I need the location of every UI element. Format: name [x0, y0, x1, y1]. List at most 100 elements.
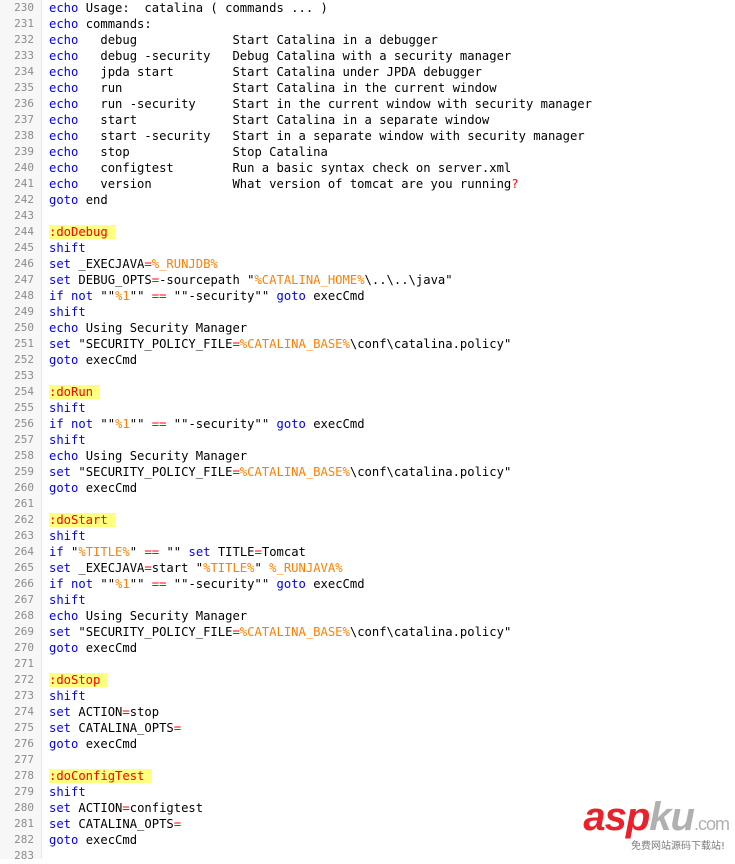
code-line[interactable]: 238 echo start -security Start in a separ… — [0, 128, 735, 144]
code-text[interactable]: :doConfigTest — [49, 768, 152, 784]
code-line[interactable]: 277 — [0, 752, 735, 768]
code-line[interactable]: 274 set ACTION=stop — [0, 704, 735, 720]
code-text[interactable]: set "SECURITY_POLICY_FILE=%CATALINA_BASE… — [49, 336, 511, 352]
code-text[interactable]: echo start -security Start in a separate… — [49, 128, 585, 144]
code-text[interactable]: echo configtest Run a basic syntax check… — [49, 160, 511, 176]
code-line[interactable]: 242 goto end — [0, 192, 735, 208]
code-line[interactable]: 232 echo debug Start Catalina in a debugg… — [0, 32, 735, 48]
code-text[interactable]: echo Usage: catalina ( commands ... ) — [49, 0, 328, 16]
code-line[interactable]: 255 shift — [0, 400, 735, 416]
code-text[interactable]: set _EXECJAVA=%_RUNJDB% — [49, 256, 218, 272]
code-line[interactable]: 264 if "%TITLE%" == "" set TITLE=Tomcat — [0, 544, 735, 560]
code-text[interactable]: if not ""%1"" == ""-security"" goto exec… — [49, 576, 365, 592]
code-line[interactable]: 273 shift — [0, 688, 735, 704]
code-line[interactable]: 239 echo stop Stop Catalina — [0, 144, 735, 160]
code-line[interactable]: 269 set "SECURITY_POLICY_FILE=%CATALINA_B… — [0, 624, 735, 640]
code-line[interactable]: 272:doStop — [0, 672, 735, 688]
code-text[interactable]: shift — [49, 784, 86, 800]
code-text[interactable]: set CATALINA_OPTS= — [49, 816, 181, 832]
code-text[interactable]: echo run Start Catalina in the current w… — [49, 80, 497, 96]
code-line[interactable]: 250 echo Using Security Manager — [0, 320, 735, 336]
code-text[interactable]: if not ""%1"" == ""-security"" goto exec… — [49, 416, 365, 432]
code-line[interactable]: 267 shift — [0, 592, 735, 608]
code-text[interactable]: echo version What version of tomcat are … — [49, 176, 519, 192]
code-text[interactable]: echo run -security Start in the current … — [49, 96, 592, 112]
code-text[interactable]: set "SECURITY_POLICY_FILE=%CATALINA_BASE… — [49, 464, 511, 480]
code-line[interactable]: 265 set _EXECJAVA=start "%TITLE%" %_RUNJA… — [0, 560, 735, 576]
code-line[interactable]: 237 echo start Start Catalina in a separa… — [0, 112, 735, 128]
code-text[interactable]: set _EXECJAVA=start "%TITLE%" %_RUNJAVA% — [49, 560, 343, 576]
code-line[interactable]: 256 if not ""%1"" == ""-security"" goto e… — [0, 416, 735, 432]
code-text[interactable]: goto execCmd — [49, 832, 137, 848]
code-text[interactable]: echo debug Start Catalina in a debugger — [49, 32, 438, 48]
code-line[interactable]: 260 goto execCmd — [0, 480, 735, 496]
code-line[interactable]: 263 shift — [0, 528, 735, 544]
code-text[interactable]: echo Using Security Manager — [49, 608, 247, 624]
code-text[interactable]: set "SECURITY_POLICY_FILE=%CATALINA_BASE… — [49, 624, 511, 640]
code-text[interactable]: shift — [49, 528, 86, 544]
code-text[interactable]: goto end — [49, 192, 108, 208]
code-text[interactable]: shift — [49, 432, 86, 448]
code-line[interactable]: 236 echo run -security Start in the curre… — [0, 96, 735, 112]
code-line[interactable]: 271 — [0, 656, 735, 672]
code-line[interactable]: 245 shift — [0, 240, 735, 256]
code-text[interactable]: shift — [49, 400, 86, 416]
code-text[interactable]: echo start Start Catalina in a separate … — [49, 112, 489, 128]
code-text[interactable]: :doStart — [49, 512, 116, 528]
code-text[interactable]: if "%TITLE%" == "" set TITLE=Tomcat — [49, 544, 306, 560]
code-line[interactable]: 231 echo commands: — [0, 16, 735, 32]
code-line[interactable]: 249 shift — [0, 304, 735, 320]
code-line[interactable]: 259 set "SECURITY_POLICY_FILE=%CATALINA_B… — [0, 464, 735, 480]
code-line[interactable]: 234 echo jpda start Start Catalina under … — [0, 64, 735, 80]
code-line[interactable]: 275 set CATALINA_OPTS= — [0, 720, 735, 736]
code-text[interactable]: echo debug -security Debug Catalina with… — [49, 48, 511, 64]
code-text[interactable]: :doRun — [49, 384, 101, 400]
code-text[interactable]: echo Using Security Manager — [49, 448, 247, 464]
code-line[interactable]: 241 echo version What version of tomcat a… — [0, 176, 735, 192]
code-line[interactable]: 268 echo Using Security Manager — [0, 608, 735, 624]
code-text[interactable]: echo commands: — [49, 16, 152, 32]
code-text[interactable]: :doDebug — [49, 224, 116, 240]
code-line[interactable]: 254:doRun — [0, 384, 735, 400]
code-text[interactable]: echo jpda start Start Catalina under JPD… — [49, 64, 482, 80]
code-line[interactable]: 246 set _EXECJAVA=%_RUNJDB% — [0, 256, 735, 272]
code-line[interactable]: 262:doStart — [0, 512, 735, 528]
code-line[interactable]: 251 set "SECURITY_POLICY_FILE=%CATALINA_B… — [0, 336, 735, 352]
code-editor[interactable]: 230 echo Usage: catalina ( commands ... )… — [0, 0, 735, 862]
code-text[interactable]: shift — [49, 304, 86, 320]
code-line[interactable]: 235 echo run Start Catalina in the curren… — [0, 80, 735, 96]
code-line[interactable]: 276 goto execCmd — [0, 736, 735, 752]
code-text[interactable]: goto execCmd — [49, 640, 137, 656]
code-text[interactable]: shift — [49, 592, 86, 608]
code-text[interactable]: goto execCmd — [49, 352, 137, 368]
line-number: 275 — [14, 721, 34, 734]
code-text[interactable]: echo Using Security Manager — [49, 320, 247, 336]
code-line[interactable]: 248 if not ""%1"" == ""-security"" goto e… — [0, 288, 735, 304]
code-line[interactable]: 266 if not ""%1"" == ""-security"" goto e… — [0, 576, 735, 592]
code-line[interactable]: 278:doConfigTest — [0, 768, 735, 784]
code-text[interactable]: shift — [49, 240, 86, 256]
code-line[interactable]: 244:doDebug — [0, 224, 735, 240]
code-line[interactable]: 258 echo Using Security Manager — [0, 448, 735, 464]
code-line[interactable]: 261 — [0, 496, 735, 512]
code-line[interactable]: 253 — [0, 368, 735, 384]
code-text[interactable]: if not ""%1"" == ""-security"" goto exec… — [49, 288, 365, 304]
code-text[interactable]: set ACTION=stop — [49, 704, 159, 720]
code-text[interactable]: shift — [49, 688, 86, 704]
code-line[interactable]: 233 echo debug -security Debug Catalina w… — [0, 48, 735, 64]
code-text[interactable]: echo stop Stop Catalina — [49, 144, 328, 160]
keyword-token: set — [49, 465, 72, 479]
code-line[interactable]: 247 set DEBUG_OPTS=-sourcepath "%CATALINA… — [0, 272, 735, 288]
code-line[interactable]: 252 goto execCmd — [0, 352, 735, 368]
code-text[interactable]: goto execCmd — [49, 480, 137, 496]
code-text[interactable]: :doStop — [49, 672, 108, 688]
code-text[interactable]: set ACTION=configtest — [49, 800, 203, 816]
code-line[interactable]: 243 — [0, 208, 735, 224]
code-text[interactable]: set DEBUG_OPTS=-sourcepath "%CATALINA_HO… — [49, 272, 453, 288]
code-line[interactable]: 240 echo configtest Run a basic syntax ch… — [0, 160, 735, 176]
code-text[interactable]: goto execCmd — [49, 736, 137, 752]
code-line[interactable]: 270 goto execCmd — [0, 640, 735, 656]
code-line[interactable]: 257 shift — [0, 432, 735, 448]
code-text[interactable]: set CATALINA_OPTS= — [49, 720, 181, 736]
code-line[interactable]: 230 echo Usage: catalina ( commands ... ) — [0, 0, 735, 16]
